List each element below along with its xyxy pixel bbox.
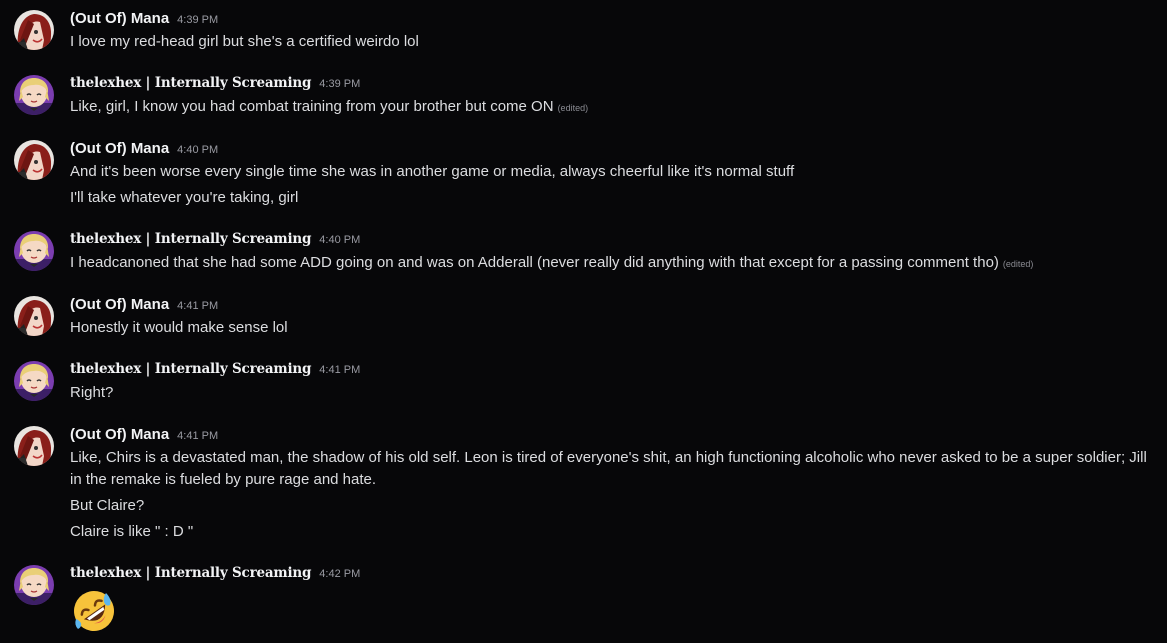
avatar[interactable] xyxy=(14,231,54,271)
avatar[interactable] xyxy=(14,361,54,401)
message-text: Claire is like " : D " xyxy=(70,523,194,540)
message-text: But Claire? xyxy=(70,497,145,514)
message-header: thelexhex | Internally Screaming 4:39 PM xyxy=(70,75,360,97)
user-avatar-icon xyxy=(14,10,54,50)
timestamp[interactable]: 4:41 PM xyxy=(319,364,360,376)
edited-label: (edited) xyxy=(557,103,589,113)
timestamp[interactable]: 4:39 PM xyxy=(177,14,218,26)
message-text: I love my red-head girl but she's a cert… xyxy=(70,33,419,50)
message-line: I headcanoned that she had some ADD goin… xyxy=(70,252,1033,275)
username[interactable]: (Out Of) Mana xyxy=(70,140,169,157)
username[interactable]: (Out Of) Mana xyxy=(70,10,169,27)
user-avatar-icon xyxy=(14,75,54,115)
timestamp[interactable]: 4:40 PM xyxy=(177,144,218,156)
username[interactable]: thelexhex | Internally Screaming xyxy=(70,231,311,247)
user-avatar-icon xyxy=(14,565,54,605)
avatar[interactable] xyxy=(14,296,54,336)
username[interactable]: thelexhex | Internally Screaming xyxy=(70,361,311,377)
username[interactable]: thelexhex | Internally Screaming xyxy=(70,565,311,581)
message-text: And it's been worse every single time sh… xyxy=(70,163,795,180)
timestamp[interactable]: 4:40 PM xyxy=(319,234,360,246)
message-text: I headcanoned that she had some ADD goin… xyxy=(70,254,999,271)
message-text: I'll take whatever you're taking, girl xyxy=(70,189,299,206)
message-header: thelexhex | Internally Screaming 4:41 PM xyxy=(70,361,360,383)
message-header: (Out Of) Mana 4:40 PM xyxy=(70,140,218,162)
message-header: (Out Of) Mana 4:39 PM xyxy=(70,10,218,32)
avatar[interactable] xyxy=(14,140,54,180)
message-header: (Out Of) Mana 4:41 PM xyxy=(70,296,218,318)
avatar[interactable] xyxy=(14,565,54,605)
avatar[interactable] xyxy=(14,426,54,466)
avatar[interactable] xyxy=(14,75,54,115)
username[interactable]: (Out Of) Mana xyxy=(70,426,169,443)
timestamp[interactable]: 4:39 PM xyxy=(319,78,360,90)
rolling-on-floor-laughing-emoji-icon[interactable] xyxy=(70,587,118,635)
message-header: thelexhex | Internally Screaming 4:40 PM xyxy=(70,231,360,253)
message-text: Like, girl, I know you had combat traini… xyxy=(70,98,554,115)
user-avatar-icon xyxy=(14,426,54,466)
message-header: thelexhex | Internally Screaming 4:42 PM xyxy=(70,565,360,587)
message-text: Like, Chirs is a devastated man, the sha… xyxy=(70,449,1147,488)
username[interactable]: (Out Of) Mana xyxy=(70,296,169,313)
timestamp[interactable]: 4:42 PM xyxy=(319,568,360,580)
message-text: Right? xyxy=(70,384,114,401)
user-avatar-icon xyxy=(14,361,54,401)
username[interactable]: thelexhex | Internally Screaming xyxy=(70,75,311,91)
user-avatar-icon xyxy=(14,140,54,180)
user-avatar-icon xyxy=(14,296,54,336)
message-text: Honestly it would make sense lol xyxy=(70,319,288,336)
message-header: (Out Of) Mana 4:41 PM xyxy=(70,426,218,448)
edited-label: (edited) xyxy=(1002,259,1034,269)
avatar[interactable] xyxy=(14,10,54,50)
user-avatar-icon xyxy=(14,231,54,271)
timestamp[interactable]: 4:41 PM xyxy=(177,430,218,442)
timestamp[interactable]: 4:41 PM xyxy=(177,300,218,312)
message-line: Like, girl, I know you had combat traini… xyxy=(70,96,588,119)
